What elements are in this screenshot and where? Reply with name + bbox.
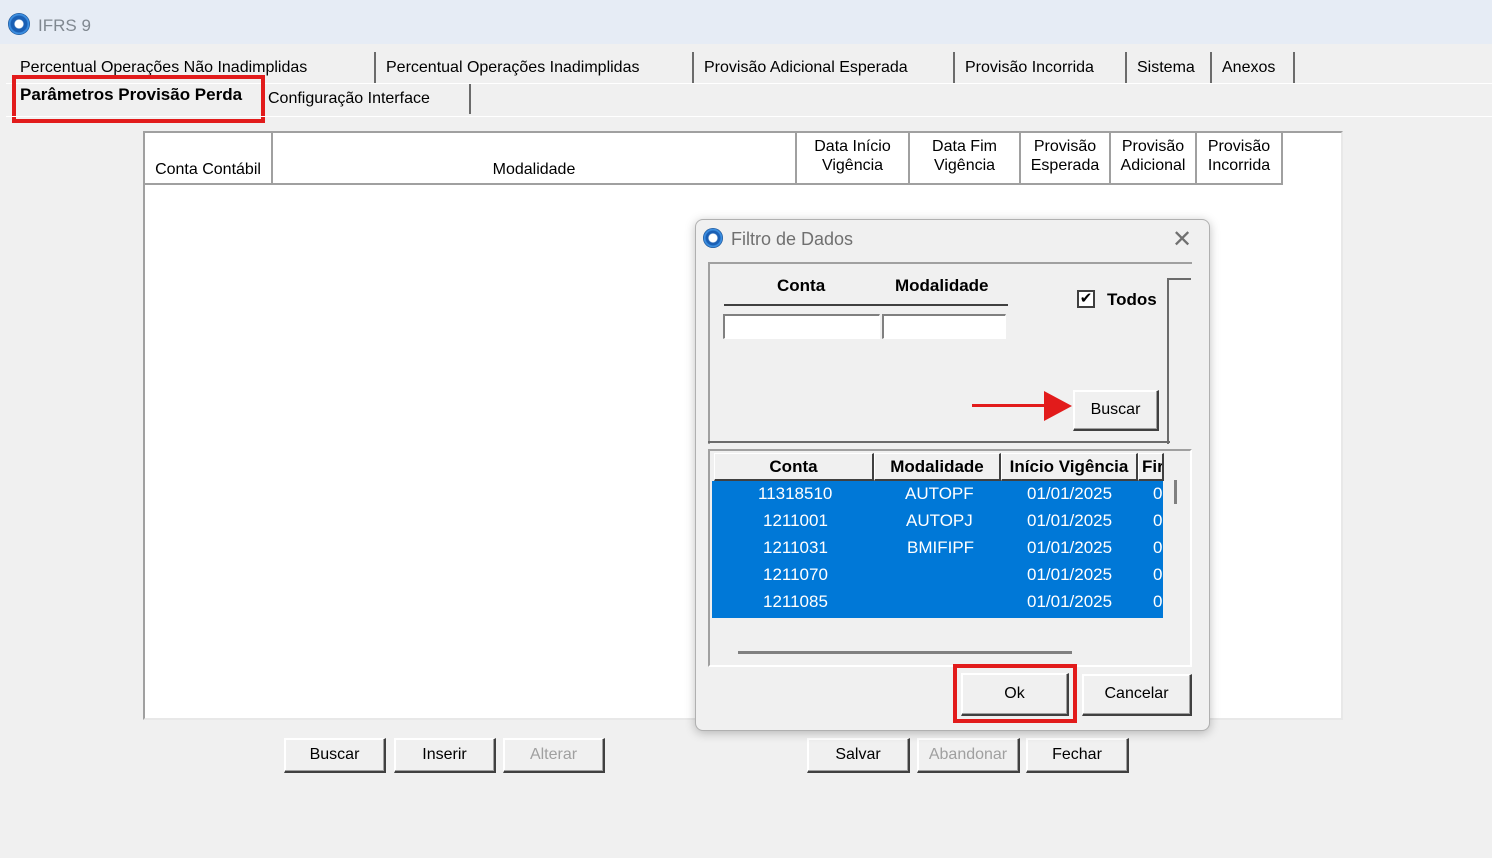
highlight-box-ok-button [953,664,1077,723]
cell-fim: 0 [1153,592,1163,611]
list-row[interactable]: 1211001 AUTOPJ 01/01/2025 0 [712,508,1163,535]
cell-conta: 11318510 [758,484,833,503]
cell-fim: 0 [1153,511,1163,530]
cell-inicio: 01/01/2025 [1027,511,1113,530]
col-provisao-esperada[interactable]: Provisão Esperada [1021,133,1111,185]
list-row[interactable]: 11318510 AUTOPF 01/01/2025 0 [712,481,1163,508]
modalidade-filter-input[interactable] [882,314,1006,339]
buscar-button[interactable]: Buscar [284,738,386,773]
list-col-conta[interactable]: Conta [714,453,874,481]
cell-conta: 1211031 [763,538,828,557]
annotation-arrow-head [1044,391,1072,421]
filter-group-edge [1167,278,1191,444]
close-icon[interactable]: ✕ [1172,225,1192,254]
tab-configuracao-interface[interactable]: Configuração Interface [264,84,471,114]
dialog-title: Filtro de Dados [731,229,854,249]
col-conta-contabil[interactable]: Conta Contábil [145,133,273,185]
cell-modalidade: AUTOPJ [906,511,973,530]
salvar-button[interactable]: Salvar [807,738,910,773]
filter-header-line [724,304,1008,306]
todos-checkbox[interactable]: ✔ [1077,290,1095,308]
list-col-modalidade[interactable]: Modalidade [874,453,1001,481]
cell-fim: 0 [1153,484,1163,503]
tab-sistema[interactable]: Sistema [1127,52,1212,84]
conta-filter-input[interactable] [723,314,880,339]
col-data-fim-vigencia[interactable]: Data Fim Vigência [910,133,1021,185]
vertical-scrollbar[interactable] [1174,480,1177,504]
col-provisao-incorrida[interactable]: Provisão Incorrida [1197,133,1283,185]
title-bar [0,0,1492,44]
list-col-fim-vigencia[interactable]: Fir [1138,453,1164,481]
content-divider [6,116,1492,117]
fechar-button[interactable]: Fechar [1026,738,1129,773]
cell-modalidade: BMIFIPF [907,538,975,557]
window-title: IFRS 9 [38,16,91,35]
cell-fim: 0 [1153,538,1163,557]
col-modalidade[interactable]: Modalidade [273,133,797,185]
col-provisao-adicional[interactable]: Provisão Adicional [1111,133,1197,185]
cell-inicio: 01/01/2025 [1027,592,1113,611]
col-data-inicio-vigencia[interactable]: Data Início Vigência [797,133,910,185]
cell-conta: 1211085 [763,592,828,611]
cell-inicio: 01/01/2025 [1027,565,1113,584]
tab-anexos[interactable]: Anexos [1212,52,1295,84]
cell-modalidade: AUTOPF [905,484,974,503]
filter-conta-label: Conta [777,276,826,295]
todos-label: Todos [1107,290,1157,309]
cell-inicio: 01/01/2025 [1027,484,1113,503]
dialog-logo-icon [703,228,723,248]
cancelar-button[interactable]: Cancelar [1082,674,1192,716]
cell-conta: 1211001 [763,511,828,530]
dialog-buscar-button[interactable]: Buscar [1073,390,1159,431]
list-row[interactable]: 1211031 BMIFIPF 01/01/2025 0 [712,535,1163,562]
horizontal-scrollbar[interactable] [738,651,1072,654]
tab-provisao-adicional-esperada[interactable]: Provisão Adicional Esperada [694,52,955,84]
filter-modalidade-label: Modalidade [895,276,989,295]
annotation-arrow [972,404,1048,407]
abandonar-button[interactable]: Abandonar [917,738,1020,773]
app-logo-icon [8,13,30,35]
list-row[interactable]: 1211085 01/01/2025 0 [712,589,1163,616]
cell-conta: 1211070 [763,565,828,584]
tab-percentual-inadimplidas[interactable]: Percentual Operações Inadimplidas [376,52,694,84]
alterar-button[interactable]: Alterar [503,738,605,773]
cell-fim: 0 [1153,565,1163,584]
list-col-inicio-vigencia[interactable]: Início Vigência [1001,453,1138,481]
filter-group-bottom-edge [708,441,1170,443]
list-row[interactable]: 1211070 01/01/2025 0 [712,562,1163,589]
tab-provisao-incorrida[interactable]: Provisão Incorrida [955,52,1127,84]
cell-inicio: 01/01/2025 [1027,538,1113,557]
inserir-button[interactable]: Inserir [394,738,496,773]
